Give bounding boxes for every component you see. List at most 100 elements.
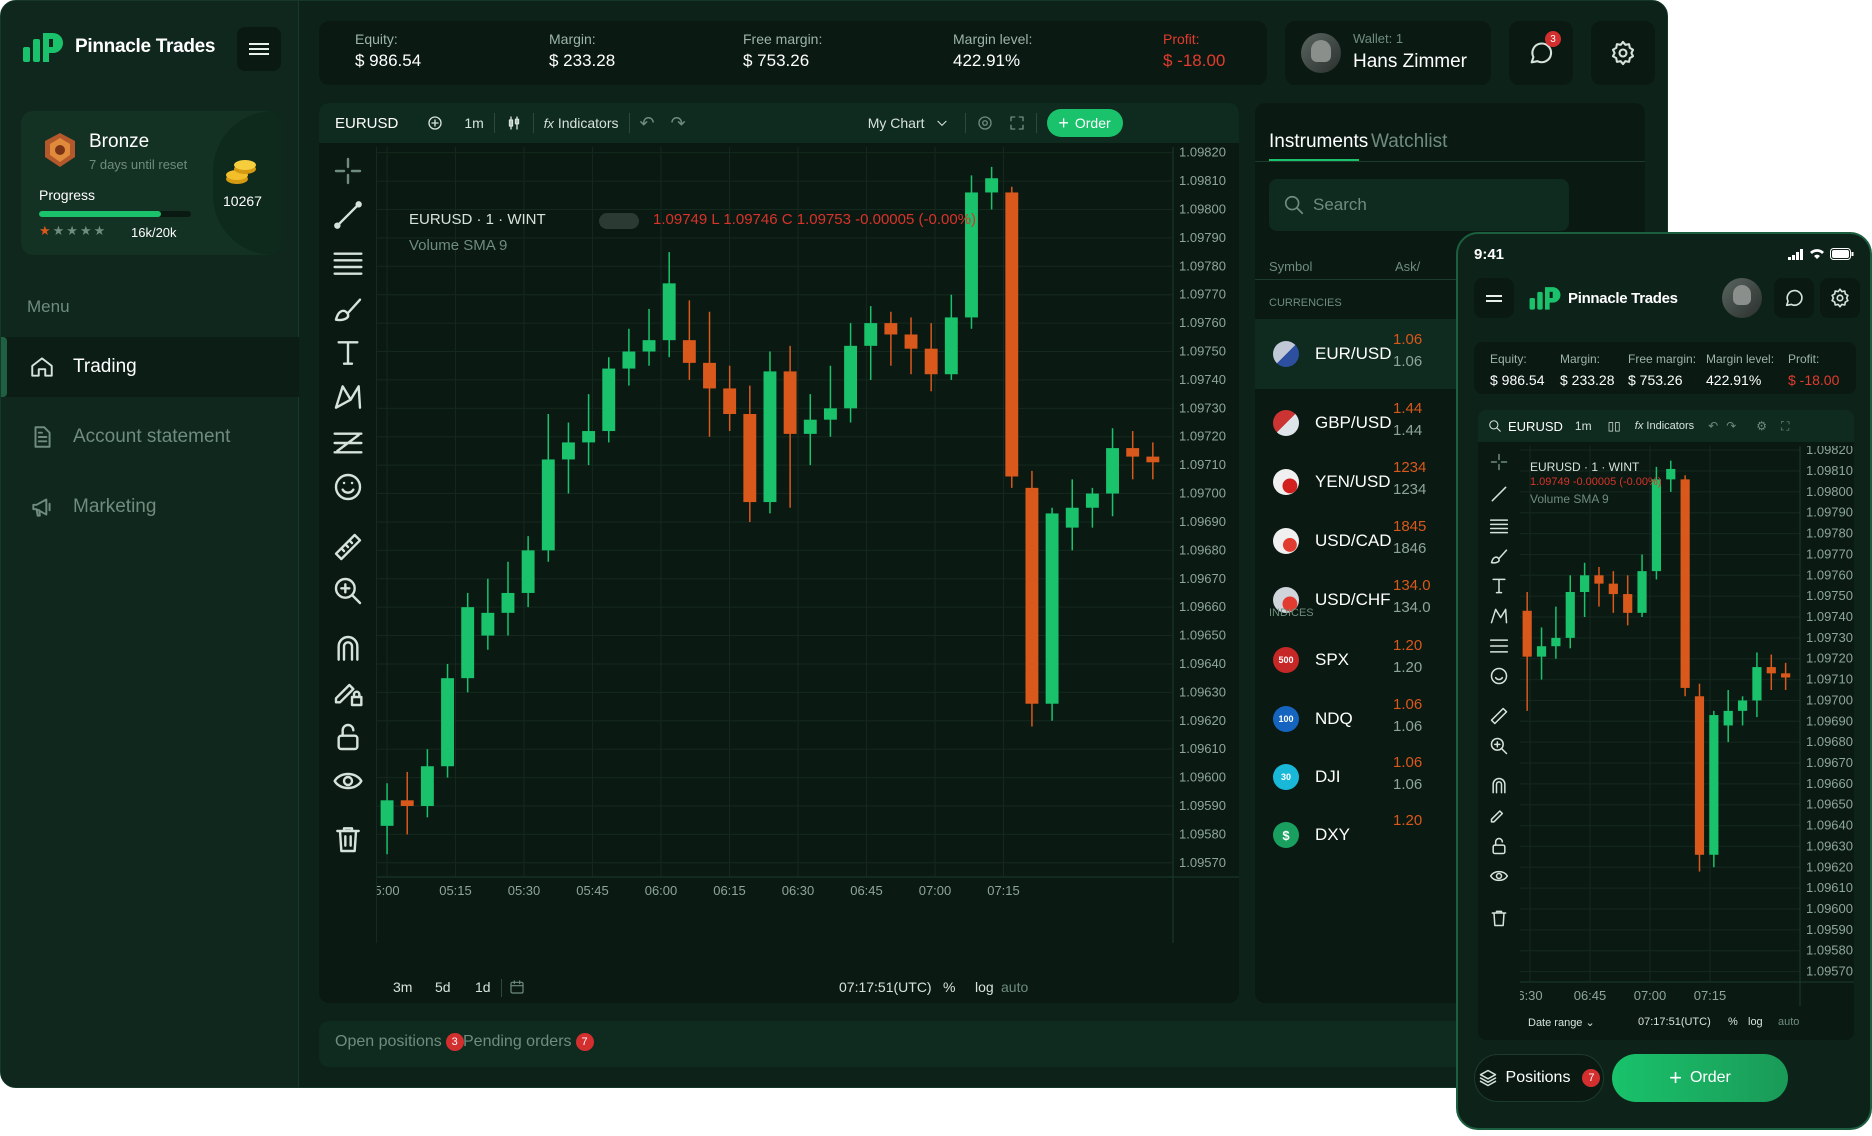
chart-settings-icon[interactable]: ⚙ (1756, 419, 1767, 433)
range-3m[interactable]: 3m (393, 979, 412, 995)
flag-usd-cad-icon (1273, 528, 1299, 554)
redo-icon[interactable]: ↷ (1726, 419, 1736, 433)
order-button[interactable]: + Order (1046, 109, 1123, 137)
zoom-in-icon[interactable] (332, 575, 364, 607)
eye-icon[interactable] (332, 765, 364, 797)
gear-icon (1831, 288, 1849, 308)
search-input[interactable]: Search (1313, 195, 1367, 215)
auto-toggle[interactable]: auto (1001, 979, 1028, 995)
layout-selector[interactable]: My Chart (868, 115, 925, 131)
chart-legend-title: EURUSD · 1 · WINT (409, 211, 546, 228)
eye-icon[interactable] (1489, 866, 1509, 886)
auto-toggle[interactable]: auto (1778, 1016, 1799, 1028)
trash-icon[interactable] (332, 823, 364, 855)
positions-button[interactable]: Positions 7 (1474, 1054, 1604, 1102)
fib-icon[interactable] (332, 427, 364, 459)
lock-drawing-icon[interactable] (1489, 806, 1509, 826)
candle-body (985, 178, 999, 193)
brush-icon[interactable] (1489, 546, 1509, 566)
nav-item-marketing[interactable]: Marketing (1, 477, 299, 537)
y-tick-label: 1.09570 (1806, 964, 1853, 979)
crosshair-icon[interactable] (332, 155, 364, 187)
horizontal-lines-icon[interactable] (332, 247, 364, 279)
tab-open-positions[interactable]: Open positions 3 (335, 1033, 464, 1051)
stat-profit: Profit: $ -18.00 (1163, 31, 1226, 70)
candles-icon[interactable] (505, 114, 523, 132)
tab-pending-orders[interactable]: Pending orders 7 (463, 1033, 594, 1051)
trend-line-icon[interactable] (332, 199, 364, 231)
fullscreen-icon[interactable]: ⛶ (1781, 419, 1789, 434)
ruler-icon[interactable] (1489, 706, 1509, 726)
text-icon[interactable] (332, 337, 364, 369)
candle-body (1065, 507, 1079, 528)
magnet-icon[interactable] (1489, 776, 1509, 796)
chart-settings-icon[interactable] (976, 114, 994, 132)
brand-logo[interactable]: Pinnacle Trades (21, 29, 215, 65)
menu-toggle-button[interactable] (237, 27, 281, 71)
indicators-button[interactable]: fx Indicators (544, 115, 619, 131)
redo-icon[interactable]: ↷ (671, 113, 686, 134)
hamburger-icon (1484, 288, 1504, 308)
fib-icon[interactable] (1489, 636, 1509, 656)
pattern-icon[interactable] (332, 381, 364, 413)
emoji-icon[interactable] (332, 471, 364, 503)
emoji-icon[interactable] (1489, 666, 1509, 686)
fullscreen-icon[interactable] (1008, 114, 1026, 132)
candles-icon[interactable]: ▯▯ (1608, 419, 1621, 433)
ruler-icon[interactable] (332, 531, 364, 563)
mobile-order-button[interactable]: + Order (1612, 1054, 1788, 1102)
flag-eur-usd-icon (1273, 341, 1299, 367)
lock-drawing-icon[interactable] (332, 677, 364, 709)
legend-toggle[interactable] (599, 213, 639, 229)
flag-yen-usd-icon (1273, 469, 1299, 495)
trend-line-icon[interactable] (1489, 484, 1509, 504)
zoom-in-icon[interactable] (1489, 736, 1509, 756)
range-5d[interactable]: 5d (435, 979, 451, 995)
unlock-icon[interactable] (332, 721, 364, 753)
mobile-brand-logo[interactable]: Pinnacle Trades (1528, 284, 1678, 312)
log-toggle[interactable]: log (975, 979, 994, 995)
brush-icon[interactable] (332, 293, 364, 325)
tab-instruments[interactable]: Instruments (1269, 131, 1368, 153)
undo-icon[interactable]: ↶ (1708, 419, 1718, 433)
date-range-selector[interactable]: Date range ⌄ (1528, 1016, 1595, 1029)
y-tick-label: 1.09570 (1179, 855, 1226, 870)
nav-item-trading[interactable]: Trading (1, 337, 299, 397)
mobile-indicators[interactable]: fx Indicators (1635, 420, 1694, 432)
mobile-settings-button[interactable] (1820, 278, 1860, 318)
x-tick-label: 06:45 (850, 883, 883, 898)
trash-icon[interactable] (1489, 908, 1509, 928)
tab-watchlist[interactable]: Watchlist (1371, 131, 1447, 153)
mobile-menu-button[interactable] (1474, 278, 1514, 318)
calendar-icon[interactable] (509, 979, 525, 995)
chevron-down-icon[interactable] (935, 116, 949, 130)
chat-button[interactable]: 3 (1509, 21, 1573, 85)
instrument-search[interactable]: Search (1269, 179, 1569, 231)
nav-item-account-statement[interactable]: Account statement (1, 407, 299, 467)
x-tick-label: 06:00 (645, 883, 678, 898)
crosshair-icon[interactable] (1489, 452, 1509, 472)
price-chart[interactable]: 1.09820 1.09810 1.09800 1.09790 1.09780 1.097… (377, 147, 1239, 943)
unlock-icon[interactable] (1489, 836, 1509, 856)
mobile-interval[interactable]: 1m (1575, 419, 1592, 433)
candle-body (400, 800, 414, 806)
mobile-price-chart[interactable]: 1.09820 1.09810 1.09800 1.09790 1.09780 1.097… (1520, 446, 1854, 1006)
magnet-icon[interactable] (332, 633, 364, 665)
symbol-selector[interactable]: EURUSD (335, 115, 398, 132)
text-icon[interactable] (1489, 576, 1509, 596)
log-toggle[interactable]: log (1748, 1016, 1763, 1028)
wallet-card[interactable]: Wallet: 1 Hans Zimmer (1285, 21, 1491, 85)
mobile-chat-button[interactable] (1774, 278, 1814, 318)
percent-toggle[interactable]: % (1728, 1016, 1738, 1028)
mobile-avatar[interactable] (1722, 278, 1762, 318)
range-1d[interactable]: 1d (475, 979, 491, 995)
pattern-icon[interactable] (1489, 606, 1509, 626)
percent-toggle[interactable]: % (943, 979, 955, 995)
mobile-symbol-selector[interactable]: EURUSD (1508, 419, 1563, 434)
add-symbol-icon[interactable] (426, 114, 444, 132)
settings-button[interactable] (1591, 21, 1655, 85)
undo-icon[interactable]: ↶ (640, 113, 655, 134)
search-icon[interactable] (1488, 419, 1502, 433)
interval-selector[interactable]: 1m (464, 115, 483, 131)
horizontal-lines-icon[interactable] (1489, 516, 1509, 536)
